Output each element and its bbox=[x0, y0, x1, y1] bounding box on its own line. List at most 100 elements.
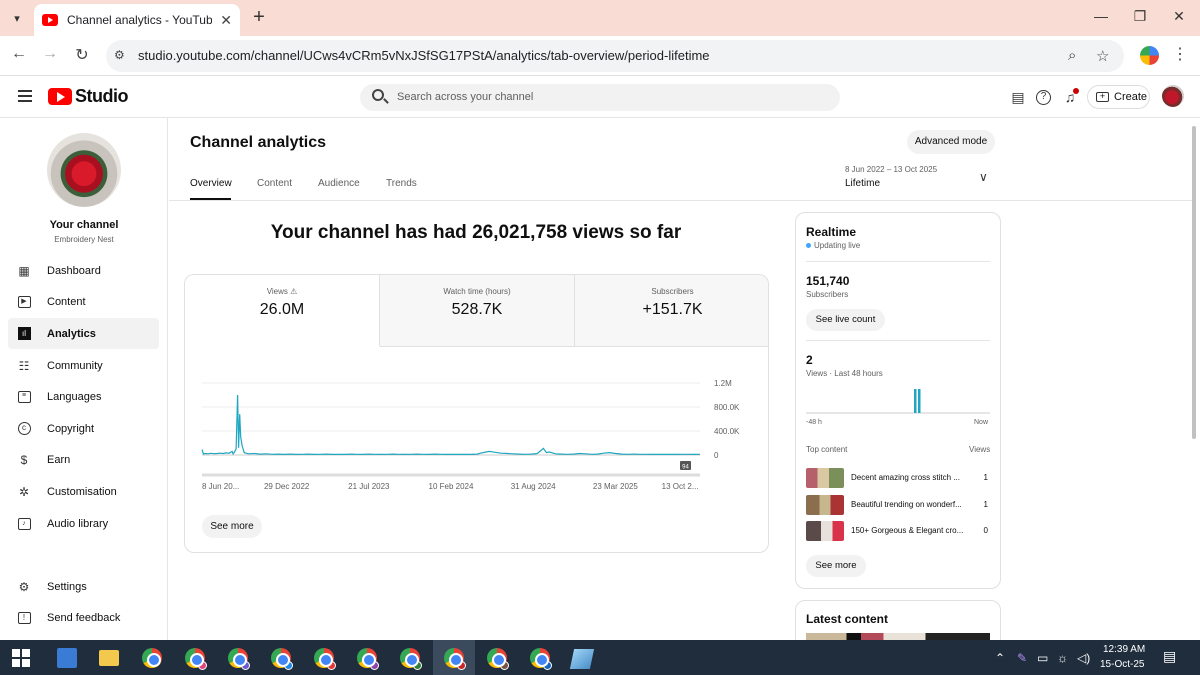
taskbar-date[interactable]: 15-Oct-25 bbox=[1100, 659, 1144, 670]
browser-menu-icon[interactable]: ⋮ bbox=[1172, 44, 1188, 64]
video-title: Beautiful trending on wonderf... bbox=[851, 500, 962, 509]
languages-icon: ≡ bbox=[17, 390, 31, 404]
list-item[interactable]: Beautiful trending on wonderf... 1 bbox=[806, 495, 990, 515]
realtime-see-more-button[interactable]: See more bbox=[806, 555, 866, 577]
channel-avatar[interactable] bbox=[47, 133, 121, 207]
metric-watch-time[interactable]: Watch time (hours) 528.7K bbox=[380, 275, 575, 347]
customisation-icon: ✲ bbox=[18, 484, 30, 499]
period-label[interactable]: Lifetime bbox=[845, 178, 880, 189]
forward-icon[interactable]: → bbox=[39, 45, 61, 63]
y-tick-label: 1.2M bbox=[714, 379, 732, 388]
subtitles-icon[interactable]: ▤ bbox=[1010, 89, 1026, 106]
help-icon[interactable]: ? bbox=[1036, 90, 1051, 105]
realtime-views-value: 2 bbox=[806, 353, 813, 367]
sidebar-item-languages[interactable]: ≡ Languages bbox=[8, 381, 159, 412]
sidebar-item-copyright[interactable]: c Copyright bbox=[8, 413, 159, 444]
reload-icon[interactable]: ↻ bbox=[71, 45, 93, 65]
search-placeholder: Search across your channel bbox=[397, 91, 534, 103]
new-tab-icon[interactable]: + bbox=[248, 7, 270, 27]
sidebar-item-customisation[interactable]: ✲ Customisation bbox=[8, 476, 159, 507]
chrome-profile-icon[interactable] bbox=[357, 648, 379, 670]
studio-header: Studio Search across your channel ▤ ? ♫ … bbox=[0, 76, 1200, 118]
advanced-mode-button[interactable]: Advanced mode bbox=[907, 130, 995, 154]
sidebar-item-label: Copyright bbox=[47, 422, 95, 435]
volume-icon[interactable]: ◁) bbox=[1077, 651, 1090, 665]
create-button[interactable]: + Create bbox=[1087, 85, 1150, 109]
content-icon: ▶ bbox=[17, 295, 31, 309]
tab-content[interactable]: Content bbox=[257, 178, 292, 189]
live-dot-icon bbox=[806, 243, 811, 248]
realtime-bar[interactable] bbox=[914, 389, 917, 413]
battery-icon[interactable]: ▭ bbox=[1037, 651, 1048, 665]
omnibox[interactable]: ⚙ studio.youtube.com/channel/UCws4vCRm5v… bbox=[106, 40, 1124, 72]
chrome-icon[interactable] bbox=[142, 648, 162, 668]
back-icon[interactable]: ← bbox=[8, 45, 30, 63]
channel-name: Embroidery Nest bbox=[54, 235, 114, 244]
chrome-profile-icon[interactable] bbox=[444, 648, 466, 670]
browser-profile-icon[interactable] bbox=[1140, 46, 1159, 65]
tab-audience[interactable]: Audience bbox=[318, 178, 360, 189]
metric-subscribers[interactable]: Subscribers +151.7K bbox=[575, 275, 768, 347]
sidebar-item-label: Community bbox=[47, 359, 103, 372]
windows-start-icon[interactable] bbox=[12, 649, 32, 669]
chevron-down-icon[interactable]: ∨ bbox=[979, 170, 988, 184]
metric-views[interactable]: Views ⚠ 26.0M bbox=[185, 275, 380, 347]
page-scrollbar[interactable] bbox=[1192, 126, 1196, 439]
list-item[interactable]: Decent amazing cross stitch ... 1 bbox=[806, 468, 990, 488]
studio-logo-text[interactable]: Studio bbox=[75, 86, 129, 107]
chrome-profile-icon[interactable] bbox=[185, 648, 207, 670]
tab-close-icon[interactable]: ✕ bbox=[220, 12, 232, 29]
chrome-profile-icon[interactable] bbox=[400, 648, 422, 670]
list-item[interactable]: 150+ Gorgeous & Elegant cro... 0 bbox=[806, 521, 990, 541]
youtube-logo-icon[interactable] bbox=[48, 88, 72, 105]
pen-icon[interactable]: ✎ bbox=[1017, 651, 1027, 665]
divider bbox=[806, 261, 990, 262]
tray-chevron-icon[interactable]: ⌃ bbox=[995, 651, 1005, 665]
video-thumbnail bbox=[806, 495, 844, 515]
realtime-bar[interactable] bbox=[918, 389, 921, 413]
period-range[interactable]: 8 Jun 2022 – 13 Oct 2025 bbox=[845, 165, 937, 174]
realtime-bar-chart[interactable] bbox=[806, 385, 990, 415]
tabs-divider bbox=[169, 200, 1192, 201]
calculator-icon[interactable] bbox=[57, 648, 77, 668]
sidebar-item-content[interactable]: ▶ Content bbox=[8, 286, 159, 317]
tab-title: Channel analytics - YouTube Studio bbox=[67, 13, 213, 27]
account-avatar[interactable] bbox=[1162, 85, 1184, 107]
sidebar-item-send-feedback[interactable]: ! Send feedback bbox=[8, 602, 159, 633]
chrome-profile-icon[interactable] bbox=[228, 648, 250, 670]
notes-app-icon[interactable] bbox=[569, 649, 595, 669]
views-chart[interactable]: 1.2M 800.0K 400.0K 0 94 8 Jun 20... 29 Dec 202… bbox=[185, 375, 768, 495]
sidebar-item-analytics[interactable]: ıl Analytics bbox=[8, 318, 159, 349]
file-explorer-icon[interactable] bbox=[99, 650, 119, 666]
notification-center-icon[interactable]: ▤ bbox=[1163, 648, 1176, 665]
see-more-button[interactable]: See more bbox=[202, 515, 262, 538]
chrome-profile-icon[interactable] bbox=[487, 648, 509, 670]
chrome-profile-icon[interactable] bbox=[271, 648, 293, 670]
restore-icon[interactable]: ❐ bbox=[1129, 8, 1151, 25]
menu-icon[interactable] bbox=[18, 90, 32, 102]
views-series-line[interactable] bbox=[201, 394, 701, 456]
zoom-icon[interactable]: ⌕ bbox=[1068, 47, 1076, 64]
search-input[interactable]: Search across your channel bbox=[360, 84, 840, 111]
sidebar-item-community[interactable]: ☷ Community bbox=[8, 350, 159, 381]
bookmark-star-icon[interactable]: ☆ bbox=[1096, 47, 1109, 65]
sidebar-item-settings[interactable]: ⚙ Settings bbox=[8, 571, 159, 602]
sidebar-item-audio-library[interactable]: ♪ Audio library bbox=[8, 508, 159, 539]
sidebar-item-earn[interactable]: $ Earn bbox=[8, 444, 159, 475]
close-window-icon[interactable]: ✕ bbox=[1168, 8, 1190, 25]
url-text[interactable]: studio.youtube.com/channel/UCws4vCRm5vNx… bbox=[138, 48, 710, 63]
taskbar-time[interactable]: 12:39 AM bbox=[1103, 644, 1145, 655]
minimize-icon[interactable]: — bbox=[1090, 8, 1112, 24]
chrome-profile-icon[interactable] bbox=[314, 648, 336, 670]
sidebar-item-dashboard[interactable]: ▦ Dashboard bbox=[8, 255, 159, 286]
top-content-label: Top content bbox=[806, 445, 848, 454]
browser-tab[interactable]: Channel analytics - YouTube Studio ✕ bbox=[34, 4, 240, 36]
tab-overview[interactable]: Overview bbox=[190, 178, 232, 189]
notification-badge bbox=[1073, 88, 1079, 94]
see-live-count-button[interactable]: See live count bbox=[806, 309, 885, 331]
network-icon[interactable]: ☼ bbox=[1057, 651, 1068, 665]
site-info-icon[interactable]: ⚙ bbox=[114, 48, 125, 62]
chrome-profile-icon[interactable] bbox=[530, 648, 552, 670]
tab-search-chevron-icon[interactable]: ▾ bbox=[6, 7, 28, 29]
tab-trends[interactable]: Trends bbox=[386, 178, 417, 189]
